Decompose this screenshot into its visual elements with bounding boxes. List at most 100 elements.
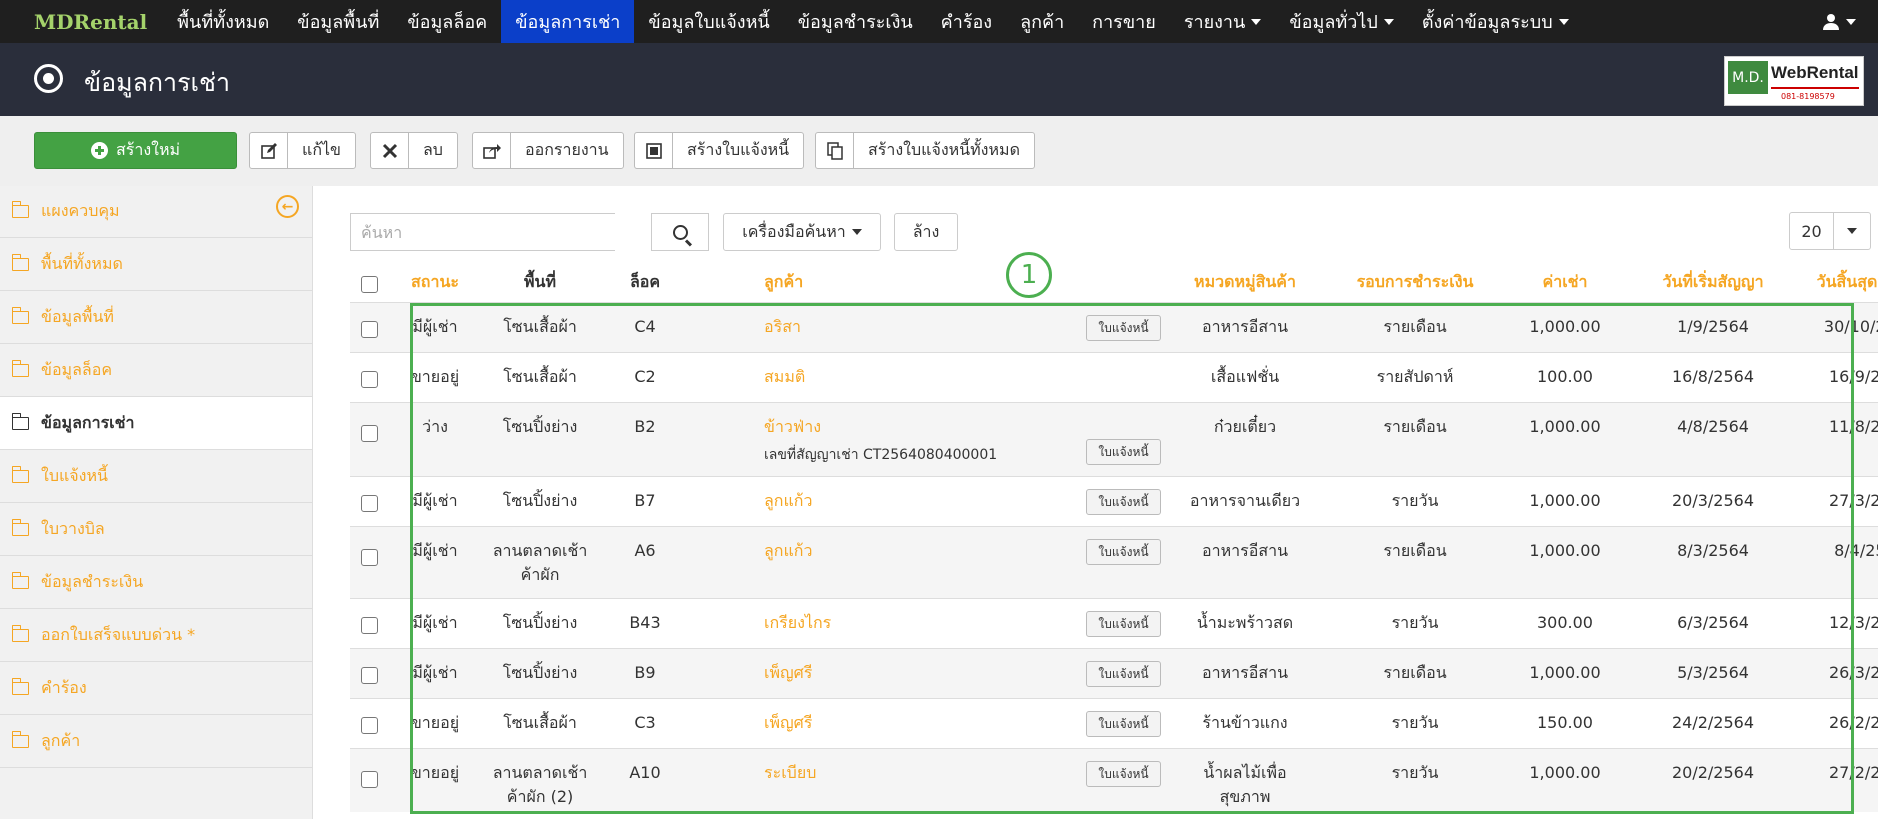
sidebar-item[interactable]: พื้นที่ทั้งหมด bbox=[0, 238, 312, 291]
nav-item[interactable]: ข้อมูลใบแจ้งหนี้ bbox=[634, 0, 783, 43]
edit-icon bbox=[250, 133, 288, 168]
invoice-button[interactable]: ใบแจ้งหนี้ bbox=[1086, 315, 1161, 341]
customer-link[interactable]: ลูกแก้ว bbox=[764, 541, 812, 560]
sidebar-item[interactable]: แผงควบคุม bbox=[0, 185, 312, 238]
customer-link[interactable]: ระเบียบ bbox=[764, 763, 816, 782]
cell-text: ขายอยู่ bbox=[410, 713, 460, 732]
table-row[interactable]: ขายอยู่ โซนเสื้อผ้า C2 เสื้อแฟชั่น รายสัปดาห… bbox=[350, 352, 1878, 402]
sidebar-item[interactable]: ใบแจ้งหนี้ bbox=[0, 450, 312, 503]
sidebar-item[interactable]: ข้อมูลพื้นที่ bbox=[0, 291, 312, 344]
create-new-button[interactable]: สร้างใหม่ bbox=[34, 132, 237, 169]
table-row[interactable]: ขายอยู่ โซนเสื้อผ้า C3 ร้านข้าวแกง รายวัน 150… bbox=[350, 698, 1878, 748]
customer-link[interactable]: สมมติ bbox=[764, 367, 805, 386]
cell-lock: B2 bbox=[610, 415, 680, 439]
col-area[interactable]: พื้นที่ bbox=[474, 262, 606, 302]
row-checkbox[interactable] bbox=[361, 371, 378, 388]
stop-square-icon bbox=[635, 133, 673, 168]
cell-start: 4/8/2564 bbox=[1633, 415, 1793, 439]
cell-status: มีผู้เช่า bbox=[398, 661, 472, 685]
customer-link[interactable]: เพ็ญศรี bbox=[764, 713, 812, 732]
invoice-button[interactable]: ใบแจ้งหนี้ bbox=[1086, 611, 1161, 637]
cell-text: รายเดือน bbox=[1383, 317, 1447, 336]
search-tools-dropdown[interactable]: เครื่องมือค้นหา bbox=[723, 213, 881, 251]
cell-category: น้ำมะพร้าวสด bbox=[1170, 611, 1320, 635]
row-checkbox[interactable] bbox=[361, 549, 378, 566]
nav-item[interactable]: ข้อมูลทั่วไป bbox=[1275, 0, 1407, 43]
table-row[interactable]: มีผู้เช่า โซนปิ้งย่าง B43 น้ำมะพร้าวสด รายวั… bbox=[350, 598, 1878, 648]
nav-item[interactable]: ข้อมูลพื้นที่ bbox=[283, 0, 393, 43]
table-row[interactable]: มีผู้เช่า โซนเสื้อผ้า C4 อาหารอีสาน รายเดือน… bbox=[350, 302, 1878, 352]
row-checkbox[interactable] bbox=[361, 667, 378, 684]
nav-item[interactable]: รายงาน bbox=[1170, 0, 1276, 43]
sidebar-item[interactable]: ลูกค้า bbox=[0, 715, 312, 768]
search-tools-label: เครื่องมือค้นหา bbox=[742, 221, 846, 241]
row-checkbox[interactable] bbox=[361, 425, 378, 442]
cell-area: โซนเสื้อผ้า bbox=[474, 711, 606, 735]
user-menu[interactable] bbox=[1822, 0, 1856, 43]
table-row[interactable]: ขายอยู่ ลานตลาดเช้า ค้าผัก (2) A10 น้ำผลไม้เ… bbox=[350, 748, 1878, 812]
row-checkbox[interactable] bbox=[361, 771, 378, 788]
brand-logo[interactable]: MDRental bbox=[0, 0, 163, 43]
sidebar-item[interactable]: ข้อมูลชำระเงิน bbox=[0, 556, 312, 609]
sidebar-item[interactable]: ข้อมูลล็อค bbox=[0, 344, 312, 397]
export-report-button[interactable]: ออกรายงาน bbox=[472, 132, 624, 169]
sidebar-item[interactable]: ข้อมูลการเช่า bbox=[0, 397, 312, 450]
clear-button[interactable]: ล้าง bbox=[894, 213, 958, 251]
invoice-button[interactable]: ใบแจ้งหนี้ bbox=[1086, 439, 1161, 465]
search-input[interactable] bbox=[350, 213, 615, 251]
invoice-button[interactable]: ใบแจ้งหนี้ bbox=[1086, 489, 1161, 515]
select-all-checkbox[interactable] bbox=[361, 276, 378, 293]
nav-item[interactable]: ข้อมูลชำระเงิน bbox=[784, 0, 927, 43]
sidebar-item[interactable]: ออกใบเสร็จแบบด่วน * bbox=[0, 609, 312, 662]
table-row[interactable]: ว่าง โซนปิ้งย่าง B2 ก๋วยเตี๋ยว รายเดือน 1,000… bbox=[350, 402, 1878, 476]
row-checkbox[interactable] bbox=[361, 495, 378, 512]
col-rent[interactable]: ค่าเช่า bbox=[1510, 262, 1620, 302]
customer-link[interactable]: ลูกแก้ว bbox=[764, 491, 812, 510]
invoice-button[interactable]: ใบแจ้งหนี้ bbox=[1086, 711, 1161, 737]
col-status[interactable]: สถานะ bbox=[398, 262, 472, 302]
nav-item[interactable]: การขาย bbox=[1078, 0, 1170, 43]
invoice-button[interactable]: ใบแจ้งหนี้ bbox=[1086, 761, 1161, 787]
page-size-toggle[interactable] bbox=[1834, 213, 1870, 249]
row-checkbox[interactable] bbox=[361, 321, 378, 338]
sidebar-item-label: คำร้อง bbox=[41, 677, 87, 697]
invoice-button[interactable]: ใบแจ้งหนี้ bbox=[1086, 539, 1161, 565]
edit-button[interactable]: แก้ไข bbox=[249, 132, 356, 169]
customer-link[interactable]: เกรียงไกร bbox=[764, 613, 831, 632]
page-size-select[interactable]: 20 bbox=[1789, 212, 1871, 250]
create-all-invoices-button[interactable]: สร้างใบแจ้งหนี้ทั้งหมด bbox=[815, 132, 1035, 169]
nav-item[interactable]: ข้อมูลการเช่า bbox=[501, 0, 635, 43]
col-lock[interactable]: ล็อค bbox=[610, 262, 680, 302]
cell-end: 27/2/2564 bbox=[1795, 761, 1878, 785]
col-payment-cycle[interactable]: รอบการชำระเงิน bbox=[1335, 262, 1495, 302]
col-start-date[interactable]: วันที่เริ่มสัญญา bbox=[1633, 262, 1793, 302]
cell-text: ว่าง bbox=[422, 417, 448, 436]
folder-icon bbox=[11, 465, 29, 483]
sidebar-item[interactable]: คำร้อง bbox=[0, 662, 312, 715]
table-row[interactable]: มีผู้เช่า ลานตลาดเช้า ค้าผัก A6 อาหารอีสาน รา… bbox=[350, 526, 1878, 598]
sidebar-item[interactable]: ใบวางบิล bbox=[0, 503, 312, 556]
search-button[interactable] bbox=[651, 213, 709, 251]
nav-item[interactable]: ตั้งค่าข้อมูลระบบ bbox=[1408, 0, 1583, 43]
cell-text: 27/3/2564 bbox=[1828, 491, 1878, 510]
folder-icon bbox=[11, 730, 29, 748]
col-end-date[interactable]: วันสิ้นสุดสัญญา bbox=[1795, 262, 1878, 302]
nav-item[interactable]: พื้นที่ทั้งหมด bbox=[163, 0, 283, 43]
nav-item[interactable]: คำร้อง bbox=[927, 0, 1006, 43]
col-customer[interactable]: ลูกค้า bbox=[764, 262, 964, 302]
nav-item[interactable]: ลูกค้า bbox=[1006, 0, 1078, 43]
customer-link[interactable]: เพ็ญศรี bbox=[764, 663, 812, 682]
customer-link[interactable]: ข้าวฟ่าง bbox=[764, 417, 821, 436]
table-row[interactable]: มีผู้เช่า โซนปิ้งย่าง B9 อาหารอีสาน รายเดือน… bbox=[350, 648, 1878, 698]
col-category[interactable]: หมวดหมู่สินค้า bbox=[1170, 262, 1320, 302]
customer-link[interactable]: อริสา bbox=[764, 317, 801, 336]
create-invoice-button[interactable]: สร้างใบแจ้งหนี้ bbox=[634, 132, 805, 169]
row-checkbox[interactable] bbox=[361, 717, 378, 734]
table-row[interactable]: มีผู้เช่า โซนปิ้งย่าง B7 อาหารจานเดียว รายวั… bbox=[350, 476, 1878, 526]
row-checkbox[interactable] bbox=[361, 617, 378, 634]
invoice-button[interactable]: ใบแจ้งหนี้ bbox=[1086, 661, 1161, 687]
nav-item[interactable]: ข้อมูลล็อค bbox=[393, 0, 501, 43]
folder-icon bbox=[11, 306, 29, 324]
cell-text: C3 bbox=[634, 713, 656, 732]
delete-button[interactable]: ลบ bbox=[370, 132, 458, 169]
